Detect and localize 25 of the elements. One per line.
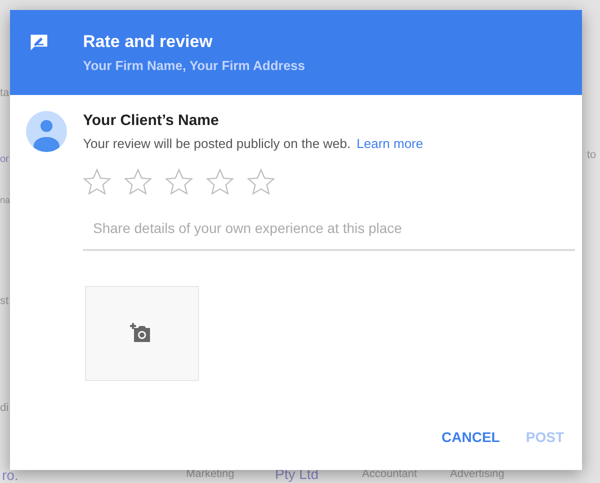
avatar bbox=[26, 111, 67, 152]
background-text: Marketing bbox=[186, 469, 234, 480]
background-text: Pty Ltd bbox=[275, 467, 319, 481]
background-text: st bbox=[0, 296, 9, 307]
background-text: Accountant bbox=[362, 469, 418, 480]
empty-star-icon[interactable] bbox=[247, 168, 275, 196]
empty-star-icon[interactable] bbox=[206, 168, 234, 196]
dialog-title: Rate and review bbox=[83, 32, 214, 52]
empty-star-icon[interactable] bbox=[83, 168, 111, 196]
reviewer-name: Your Client’s Name bbox=[83, 111, 220, 131]
dialog-subtitle: Your Firm Name, Your Firm Address bbox=[83, 58, 306, 74]
background-text: na bbox=[0, 196, 10, 205]
background-text: to bbox=[587, 150, 596, 161]
review-notice: Your review will be posted publicly on the web. bbox=[83, 135, 351, 153]
cancel-button[interactable]: CANCEL bbox=[434, 423, 508, 452]
learn-more-link[interactable]: Learn more bbox=[356, 134, 424, 154]
background-text: ta bbox=[0, 88, 10, 99]
add-photo-button[interactable] bbox=[85, 286, 199, 380]
empty-star-icon[interactable] bbox=[124, 168, 152, 196]
review-field[interactable]: Share details of your own experience at this place bbox=[83, 218, 575, 250]
background-text: di bbox=[0, 403, 9, 414]
background-text: or bbox=[0, 155, 9, 165]
background-text: ro. bbox=[2, 468, 18, 482]
empty-star-icon[interactable] bbox=[165, 168, 193, 196]
background-text: Advertising bbox=[450, 469, 504, 480]
